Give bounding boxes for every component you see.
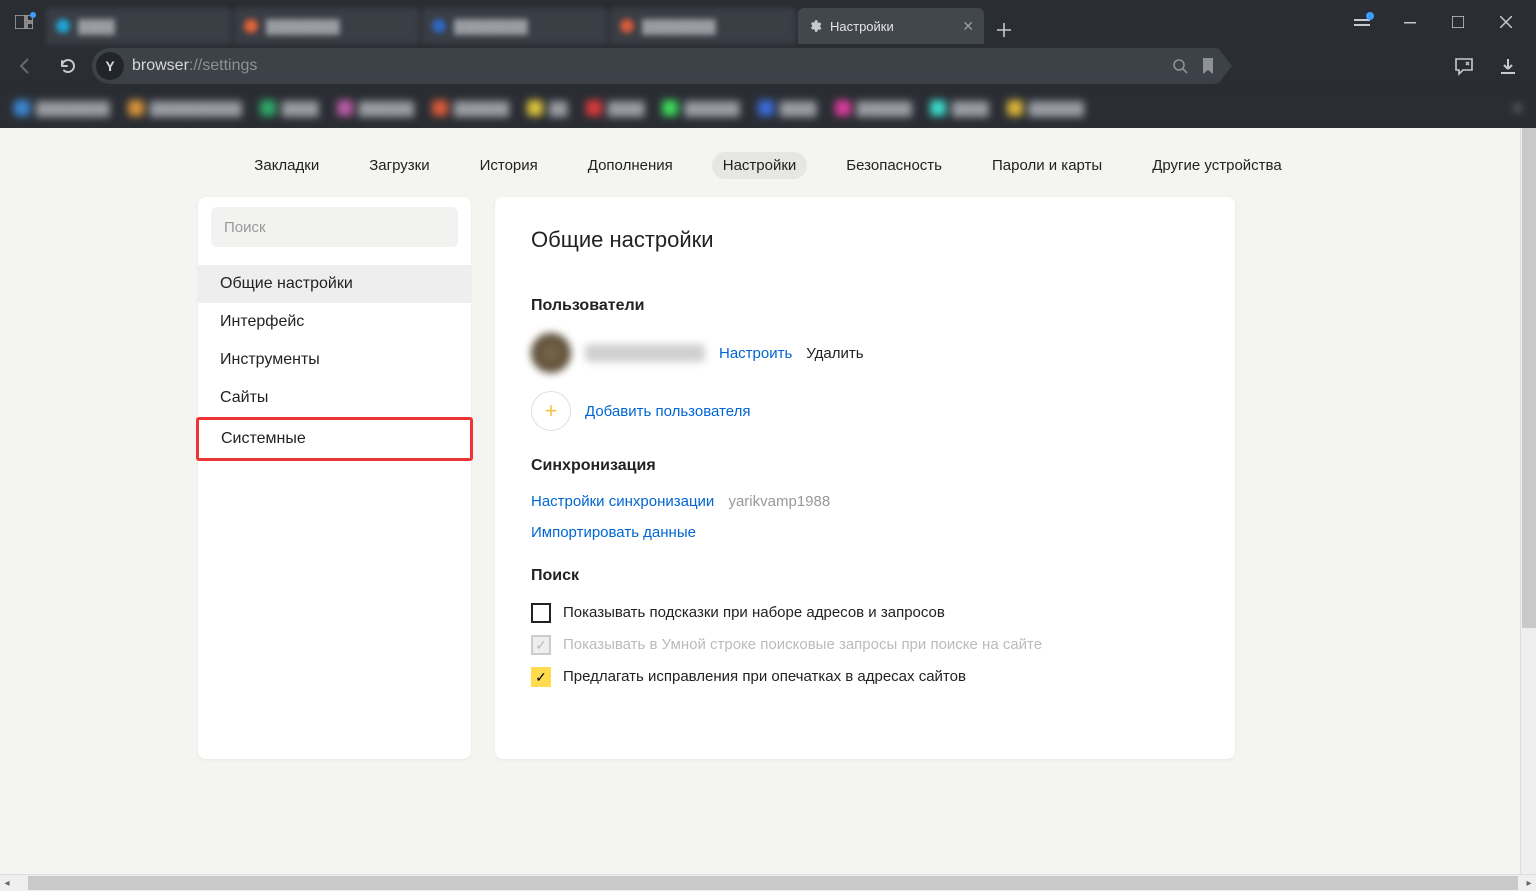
user-name-redacted bbox=[585, 344, 705, 362]
reload-button[interactable] bbox=[50, 48, 86, 84]
checkbox-icon bbox=[531, 603, 551, 623]
omnibox[interactable]: Y browser://settings bbox=[92, 48, 1232, 84]
nav-back-button[interactable] bbox=[8, 48, 44, 84]
checkbox-icon: ✓ bbox=[531, 635, 551, 655]
nav-downloads[interactable]: Загрузки bbox=[358, 152, 440, 179]
window-maximize-button[interactable] bbox=[1436, 6, 1480, 38]
background-tab[interactable]: ████████ bbox=[422, 8, 608, 44]
checkbox-label: Предлагать исправления при опечатках в а… bbox=[563, 667, 966, 687]
tab-settings-active[interactable]: Настройки ✕ bbox=[798, 8, 984, 44]
sidebar-item-general[interactable]: Общие настройки bbox=[198, 265, 471, 303]
extensions-icon[interactable] bbox=[1340, 6, 1384, 38]
search-in-page-icon[interactable] bbox=[1170, 56, 1190, 76]
nav-bookmarks[interactable]: Закладки bbox=[243, 152, 330, 179]
user-row: Настроить Удалить bbox=[531, 333, 1199, 373]
search-opt-suggestions[interactable]: Показывать подсказки при наборе адресов … bbox=[531, 603, 1199, 623]
window-controls bbox=[1340, 6, 1528, 38]
settings-sidebar: Поиск Общие настройки Интерфейс Инструме… bbox=[198, 197, 471, 759]
sync-import-link[interactable]: Импортировать данные bbox=[531, 524, 696, 541]
checkbox-label: Показывать в Умной строке поисковые запр… bbox=[563, 635, 1042, 655]
section-sync-heading: Синхронизация bbox=[531, 457, 1199, 475]
background-tab[interactable]: ████ bbox=[46, 8, 232, 44]
tab-title: Настройки bbox=[830, 19, 894, 34]
avatar bbox=[531, 333, 571, 373]
page-title: Общие настройки bbox=[531, 227, 1199, 253]
sync-settings-link[interactable]: Настройки синхронизации bbox=[531, 493, 714, 510]
add-user-row[interactable]: + Добавить пользователя bbox=[531, 391, 1199, 431]
section-users-heading: Пользователи bbox=[531, 297, 1199, 315]
taskview-icon[interactable] bbox=[8, 6, 40, 38]
sidebar-item-interface[interactable]: Интерфейс bbox=[198, 303, 471, 341]
nav-settings[interactable]: Настройки bbox=[712, 152, 808, 179]
vertical-scrollbar[interactable] bbox=[1520, 128, 1536, 874]
bookmarks-bar: ████████ ██████████ ████ ██████ ██████ █… bbox=[0, 88, 1536, 128]
nav-history[interactable]: История bbox=[469, 152, 549, 179]
gear-icon bbox=[808, 19, 822, 33]
sidebar-search-input[interactable]: Поиск bbox=[211, 207, 458, 247]
nav-devices[interactable]: Другие устройства bbox=[1141, 152, 1292, 179]
settings-main: Общие настройки Пользователи Настроить У… bbox=[495, 197, 1235, 759]
nav-passwords[interactable]: Пароли и карты bbox=[981, 152, 1113, 179]
sidebar-search-placeholder: Поиск bbox=[224, 219, 266, 236]
close-icon[interactable]: ✕ bbox=[962, 18, 974, 35]
address-bar: Y browser://settings bbox=[0, 44, 1536, 88]
add-user-label: Добавить пользователя bbox=[585, 403, 750, 420]
user-delete-link[interactable]: Удалить bbox=[806, 345, 863, 362]
checkbox-icon: ✓ bbox=[531, 667, 551, 687]
settings-page: Закладки Загрузки История Дополнения Нас… bbox=[0, 128, 1536, 891]
new-tab-button[interactable] bbox=[990, 16, 1018, 44]
settings-top-nav: Закладки Загрузки История Дополнения Нас… bbox=[0, 128, 1536, 197]
nav-addons[interactable]: Дополнения bbox=[577, 152, 684, 179]
search-opt-smartline: ✓ Показывать в Умной строке поисковые за… bbox=[531, 635, 1199, 655]
background-tab[interactable]: ████████ bbox=[234, 8, 420, 44]
horizontal-scrollbar[interactable]: ◂ ▸ bbox=[0, 874, 1536, 891]
titlebar: ████ ████████ ████████ ████████ Настройк… bbox=[0, 0, 1536, 44]
sidebar-item-system[interactable]: Системные bbox=[196, 417, 473, 461]
scroll-left-arrow-icon[interactable]: ◂ bbox=[0, 876, 14, 890]
checkbox-label: Показывать подсказки при наборе адресов … bbox=[563, 603, 945, 623]
url-scheme: browser bbox=[132, 57, 189, 74]
site-identity-icon[interactable]: Y bbox=[96, 52, 124, 80]
feedback-icon[interactable] bbox=[1444, 46, 1484, 86]
section-search-heading: Поиск bbox=[531, 567, 1199, 585]
sidebar-item-tools[interactable]: Инструменты bbox=[198, 341, 471, 379]
background-tab[interactable]: ████████ bbox=[610, 8, 796, 44]
user-configure-link[interactable]: Настроить bbox=[719, 345, 792, 362]
scroll-right-arrow-icon[interactable]: ▸ bbox=[1522, 876, 1536, 890]
nav-security[interactable]: Безопасность bbox=[835, 152, 953, 179]
plus-icon: + bbox=[531, 391, 571, 431]
bookmark-icon[interactable] bbox=[1198, 56, 1218, 76]
window-minimize-button[interactable] bbox=[1388, 6, 1432, 38]
search-opt-typos[interactable]: ✓ Предлагать исправления при опечатках в… bbox=[531, 667, 1199, 687]
bookmarks-overflow-icon[interactable]: » bbox=[1513, 99, 1522, 117]
sync-username: yarikvamp1988 bbox=[728, 493, 830, 510]
window-close-button[interactable] bbox=[1484, 6, 1528, 38]
downloads-icon[interactable] bbox=[1488, 46, 1528, 86]
sidebar-item-sites[interactable]: Сайты bbox=[198, 379, 471, 417]
url-path: ://settings bbox=[189, 57, 257, 74]
tab-strip: ████ ████████ ████████ ████████ Настройк… bbox=[46, 0, 1334, 44]
